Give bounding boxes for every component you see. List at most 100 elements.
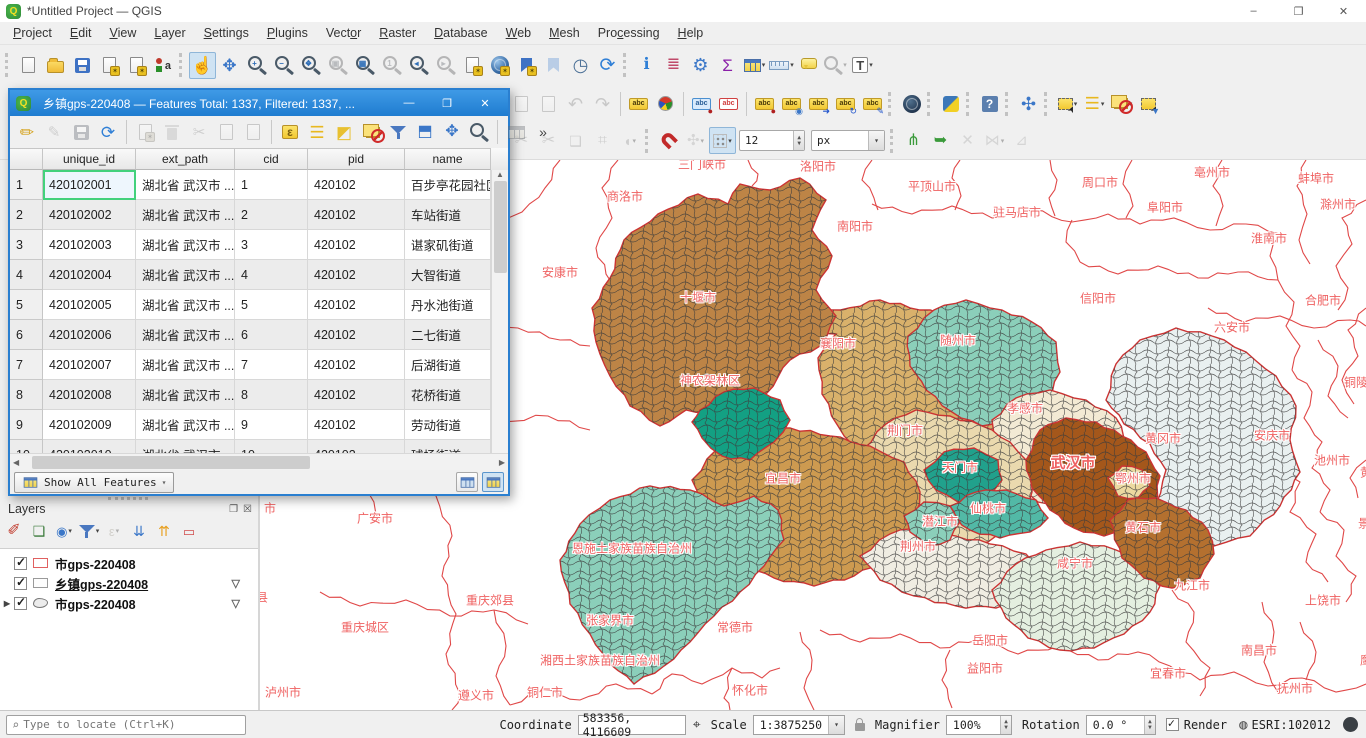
cell[interactable]: 7 <box>235 350 308 380</box>
project-new[interactable] <box>15 52 42 79</box>
zoom-to-layer[interactable]: ▦ <box>351 52 378 79</box>
cell[interactable]: 420102009 <box>43 410 136 440</box>
cell[interactable]: 420102 <box>308 410 405 440</box>
row-number[interactable]: 8 <box>10 380 43 410</box>
layer-checkbox[interactable] <box>14 575 27 590</box>
cell[interactable]: 3 <box>235 230 308 260</box>
cell[interactable]: 5 <box>235 290 308 320</box>
locator-box[interactable]: ⌕ <box>6 714 246 735</box>
magnifier-spin[interactable]: 100% ▲ ▼ <box>945 714 1012 735</box>
menu-item-processing[interactable]: Processing <box>589 23 669 43</box>
cell[interactable]: 420102 <box>308 230 405 260</box>
attr-minimize-button[interactable]: — <box>390 90 428 116</box>
manage-map-themes[interactable]: ◉ ▾ <box>52 520 76 542</box>
zoom-last[interactable]: ◂ <box>405 52 432 79</box>
row-number[interactable]: 3 <box>10 230 43 260</box>
cell[interactable]: 420102007 <box>43 350 136 380</box>
cell[interactable]: 百步亭花园社区 <box>405 170 491 200</box>
pan-to-selection[interactable]: ✥ <box>439 119 465 145</box>
statistical-summary[interactable]: Σ <box>714 52 741 79</box>
move-selection-to-top[interactable]: ⬒ <box>412 119 438 145</box>
snapping-tolerance[interactable]: 12 ▲ ▼ <box>739 130 805 151</box>
field-calculator[interactable]: ≣ <box>660 52 687 79</box>
cell[interactable]: 谌家矶街道 <box>405 230 491 260</box>
open-attribute-table[interactable]: ▾ <box>741 52 768 79</box>
cell[interactable]: 花桥街道 <box>405 380 491 410</box>
collapse-all[interactable]: ⇈ <box>152 520 176 542</box>
help-contents[interactable]: ? <box>976 90 1003 117</box>
cell[interactable]: 420102 <box>308 170 405 200</box>
show-hide-labels[interactable]: abc ◉ <box>778 90 805 117</box>
layer-item-1[interactable]: 乡镇gps-220408 ▽ <box>0 573 258 593</box>
column-header-cid[interactable]: cid <box>235 148 308 170</box>
show-layout-manager[interactable] <box>123 52 150 79</box>
toggle-editing[interactable]: ✏ <box>14 119 40 145</box>
toolbar-overflow[interactable]: » <box>530 119 556 145</box>
cell[interactable]: 420102 <box>308 440 405 453</box>
cell[interactable]: 丹水池街道 <box>405 290 491 320</box>
cell[interactable]: 420102 <box>308 260 405 290</box>
close-button[interactable]: ✕ <box>1321 0 1366 22</box>
cell[interactable]: 1 <box>235 170 308 200</box>
cell[interactable]: 湖北省 武汉市 <box>136 440 235 453</box>
menu-item-vector[interactable]: Vector <box>317 23 370 43</box>
menu-item-settings[interactable]: Settings <box>195 23 258 43</box>
new-spatial-bookmark[interactable] <box>513 52 540 79</box>
cell[interactable]: 球场街道 <box>405 440 491 453</box>
cell[interactable]: 二七街道 <box>405 320 491 350</box>
layer-diagram-options[interactable] <box>652 90 679 117</box>
select-by-expression[interactable]: ε <box>277 119 303 145</box>
row-number[interactable]: 6 <box>10 320 43 350</box>
cell[interactable]: 湖北省 武汉市 ... <box>136 230 235 260</box>
layer-checkbox[interactable] <box>14 595 27 610</box>
minimize-button[interactable]: – <box>1231 0 1276 22</box>
render-checkbox[interactable] <box>1165 716 1179 731</box>
enable-snapping[interactable] <box>655 127 682 154</box>
maximize-button[interactable]: ❐ <box>1276 0 1321 22</box>
cell[interactable]: 湖北省 武汉市 ... <box>136 410 235 440</box>
cell[interactable]: 车站街道 <box>405 200 491 230</box>
invert-selection[interactable]: ◩ <box>331 119 357 145</box>
processing-toolbox[interactable]: ⚙ <box>687 52 714 79</box>
rotation-spin[interactable]: 0.0 ° ▲ ▼ <box>1085 714 1156 735</box>
vertex-tool[interactable]: ✣ <box>1015 90 1042 117</box>
layers-close-icon[interactable]: ☒ <box>243 504 252 515</box>
osm-place-search[interactable] <box>898 90 925 117</box>
cell[interactable]: 420102002 <box>43 200 136 230</box>
layer-name[interactable]: 市gps-220408 <box>55 594 136 613</box>
measure-line[interactable]: ▾ <box>768 52 795 79</box>
crs-value[interactable]: ESRI:102012 <box>1252 718 1331 732</box>
corner-cell[interactable] <box>10 148 43 170</box>
move-label[interactable]: abc ➜ <box>805 90 832 117</box>
show-unplaced-labels[interactable]: abc <box>715 90 742 117</box>
feature-filter-button[interactable]: Show All Features ▾ <box>14 471 175 493</box>
row-number[interactable]: 10 <box>10 440 43 453</box>
cell[interactable]: 湖北省 武汉市 ... <box>136 320 235 350</box>
expand-all[interactable]: ⇊ <box>127 520 151 542</box>
cell[interactable]: 420102001 <box>43 170 136 200</box>
layer-name[interactable]: 市gps-220408 <box>55 554 136 573</box>
locator-input[interactable] <box>23 718 240 731</box>
pan-to-selection[interactable]: ✥ <box>216 52 243 79</box>
menu-item-mesh[interactable]: Mesh <box>540 23 589 43</box>
zoom-to-selection[interactable] <box>466 119 492 145</box>
cell[interactable]: 420102 <box>308 200 405 230</box>
menu-item-raster[interactable]: Raster <box>370 23 425 43</box>
zoom-full[interactable]: ❖ <box>297 52 324 79</box>
cell[interactable]: 420102005 <box>43 290 136 320</box>
style-manager[interactable]: a <box>150 52 177 79</box>
table-view-button[interactable] <box>482 472 504 492</box>
cell[interactable]: 湖北省 武汉市 ... <box>136 170 235 200</box>
cell[interactable]: 湖北省 武汉市 ... <box>136 350 235 380</box>
column-header-unique_id[interactable]: unique_id <box>43 148 136 170</box>
cell[interactable]: 420102010 <box>43 440 136 453</box>
cell[interactable]: 420102 <box>308 350 405 380</box>
layer-filter-icon[interactable]: ▽ <box>232 577 240 590</box>
snapping-unit[interactable]: px ▾ <box>811 130 885 151</box>
cell[interactable]: 420102003 <box>43 230 136 260</box>
refresh-map[interactable]: ⟳ <box>594 52 621 79</box>
identify-features[interactable]: ℹ <box>633 52 660 79</box>
cell[interactable]: 420102 <box>308 290 405 320</box>
zoom-in[interactable]: + <box>243 52 270 79</box>
menu-item-plugins[interactable]: Plugins <box>258 23 317 43</box>
